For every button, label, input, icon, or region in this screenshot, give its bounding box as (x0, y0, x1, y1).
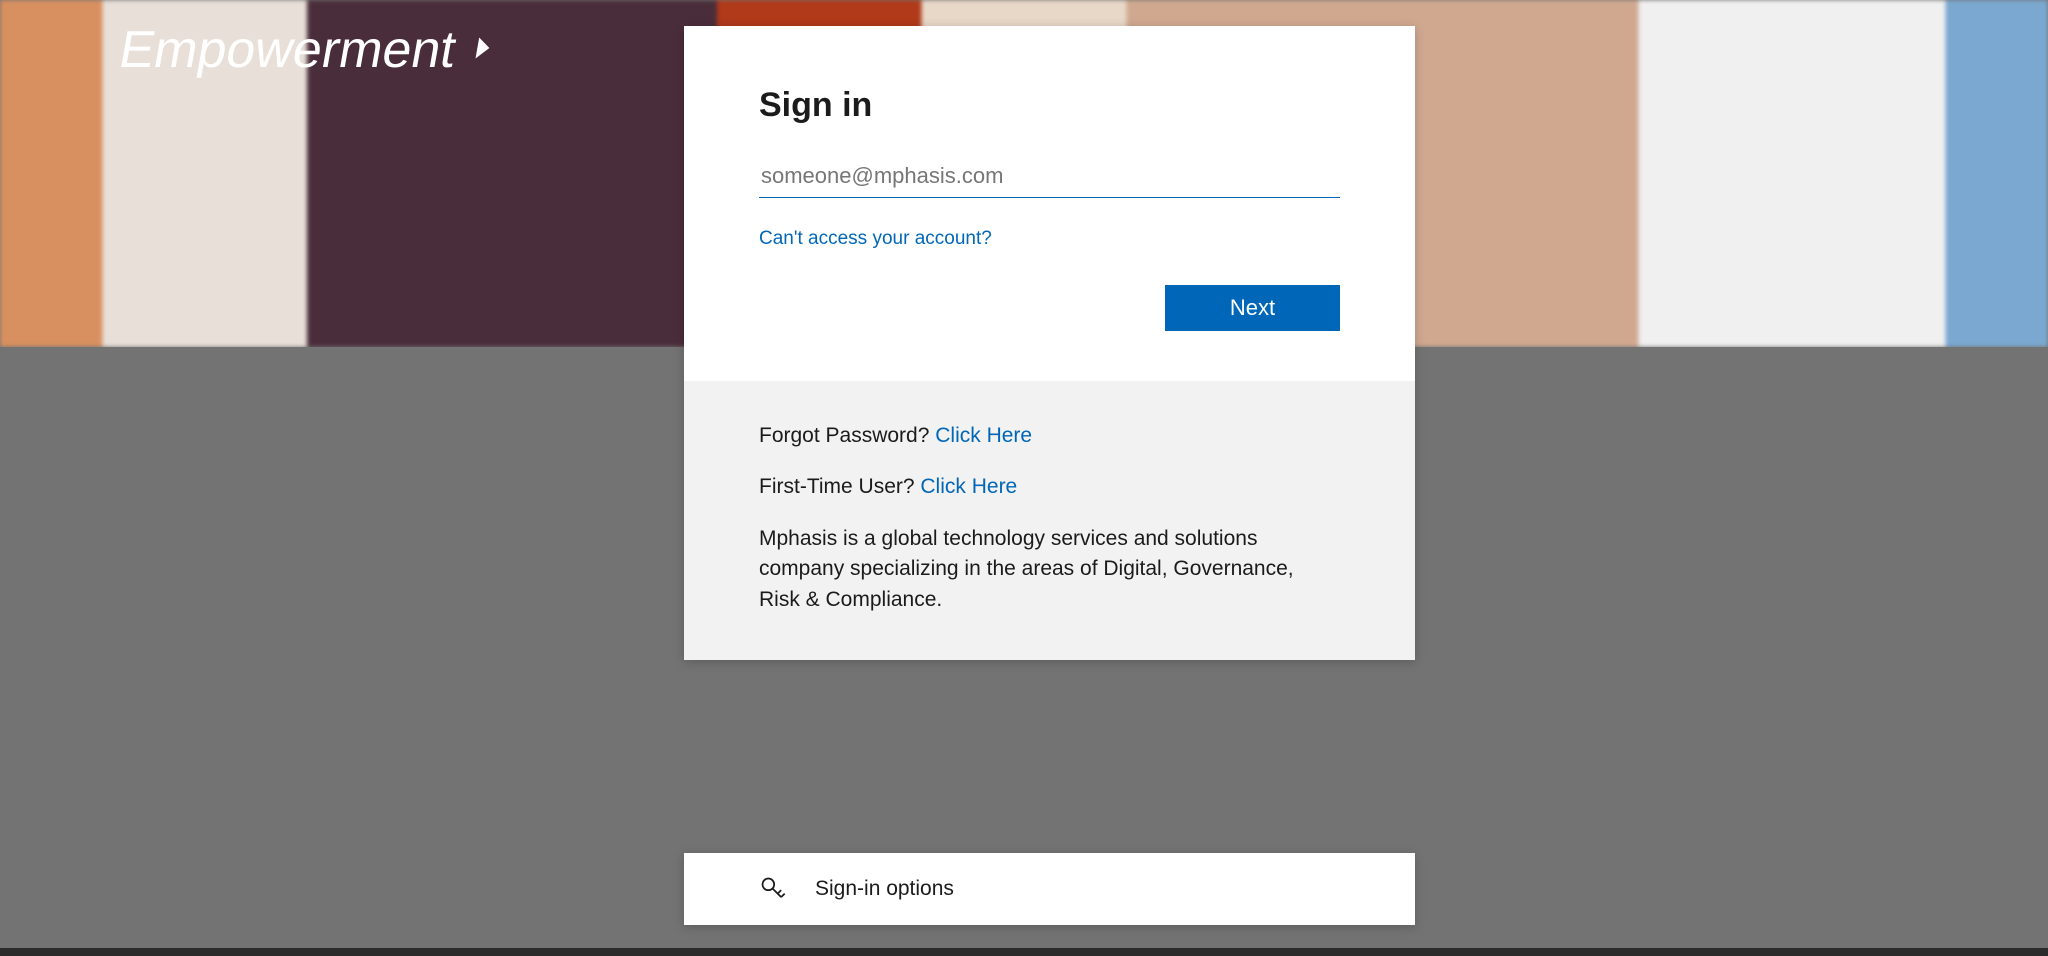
signin-card: Sign in Can't access your account? Next … (684, 26, 1415, 660)
first-time-user-link[interactable]: Click Here (920, 475, 1017, 498)
company-description: Mphasis is a global technology services … (759, 524, 1340, 615)
email-input[interactable] (759, 155, 1340, 198)
empowerment-banner: Empowerment (115, 20, 507, 80)
signin-options-label: Sign-in options (815, 877, 954, 901)
button-row: Next (759, 285, 1340, 331)
signin-section: Sign in Can't access your account? Next (684, 26, 1415, 381)
first-time-user-label: First-Time User? (759, 475, 920, 498)
forgot-password-line: Forgot Password? Click Here (759, 421, 1340, 450)
empowerment-text: Empowerment (115, 20, 461, 80)
forgot-password-label: Forgot Password? (759, 424, 935, 447)
footer-bar (0, 948, 2048, 956)
forgot-password-link[interactable]: Click Here (935, 424, 1032, 447)
signin-title: Sign in (759, 86, 1340, 125)
first-time-user-line: First-Time User? Click Here (759, 472, 1340, 501)
info-section: Forgot Password? Click Here First-Time U… (684, 381, 1415, 660)
signin-options-button[interactable]: Sign-in options (684, 853, 1415, 925)
next-button[interactable]: Next (1165, 285, 1340, 331)
key-icon (759, 875, 787, 903)
cant-access-account-link[interactable]: Can't access your account? (759, 228, 992, 250)
